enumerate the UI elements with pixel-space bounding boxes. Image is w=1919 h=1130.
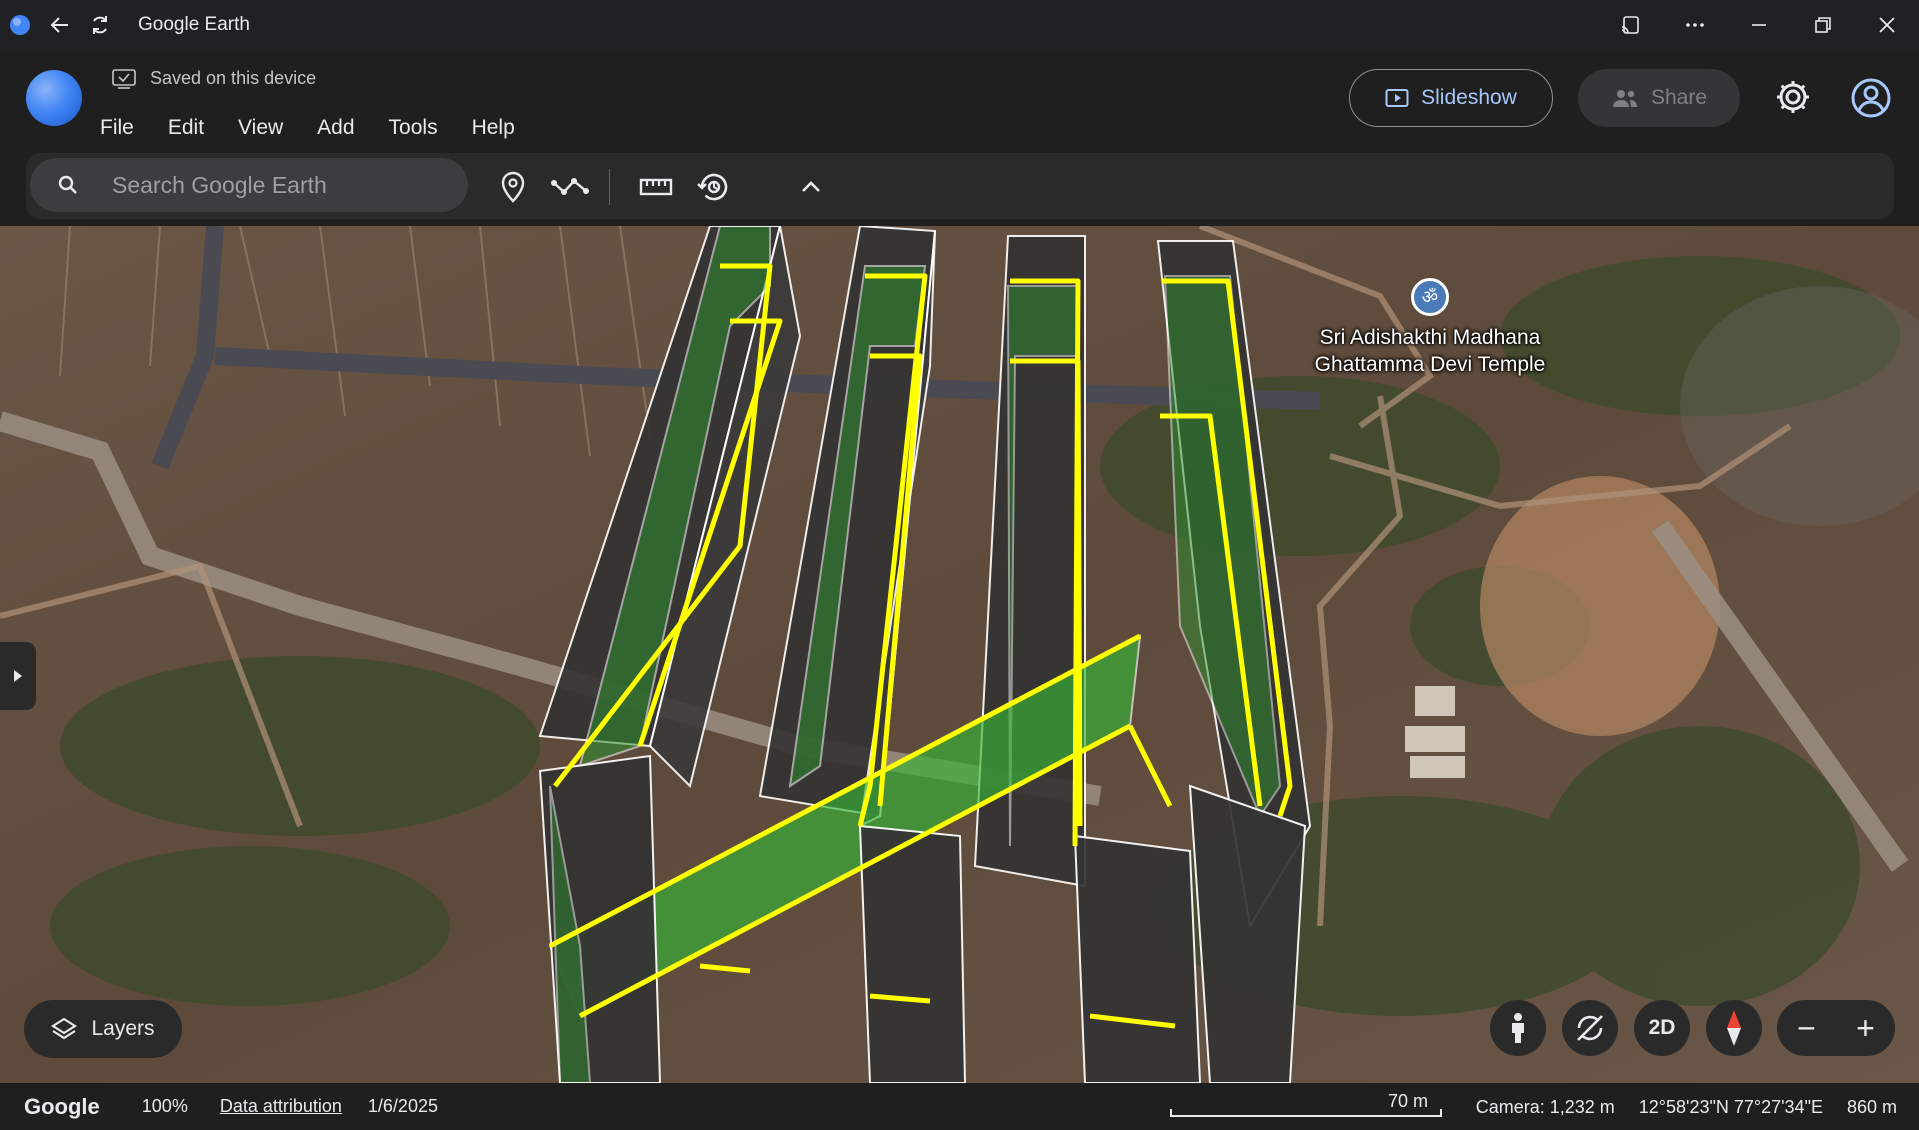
- satellite-imagery: [0, 226, 1919, 1083]
- search-box[interactable]: [30, 158, 468, 212]
- imagery-date: 1/6/2025: [367, 1096, 438, 1116]
- google-earth-logo[interactable]: [26, 70, 82, 126]
- status-bar: Google 100% Data attribution 1/6/2025 70…: [0, 1083, 1919, 1130]
- poi-label-line1: Sri Adishakthi Madhana: [1319, 326, 1541, 349]
- saved-check-icon: [112, 68, 136, 89]
- menu-bar: File Edit View Add Tools Help: [100, 116, 549, 140]
- map-viewport[interactable]: ॐ Sri Adishakthi Madhana Ghattamma Devi …: [0, 226, 1919, 1083]
- share-button[interactable]: Share: [1578, 69, 1740, 127]
- chevron-up-icon[interactable]: [794, 171, 828, 203]
- poi-label-line2: Ghattamma Devi Temple: [1314, 353, 1546, 376]
- layers-button[interactable]: Layers: [24, 1000, 182, 1058]
- zoom-in-button[interactable]: +: [1844, 1010, 1888, 1047]
- saved-status: Saved on this device: [112, 68, 316, 89]
- om-icon: ॐ: [1411, 278, 1449, 316]
- settings-gear-icon[interactable]: [1773, 77, 1813, 122]
- coordinates: 12°58'23"N 77°27'34"E: [1638, 1097, 1823, 1117]
- zoom-out-button[interactable]: −: [1785, 1010, 1829, 1047]
- people-icon: [1612, 90, 1637, 107]
- tool-bar: [26, 153, 1894, 219]
- expand-panel-button[interactable]: [0, 642, 36, 710]
- back-arrow-icon[interactable]: [40, 0, 80, 50]
- menu-file[interactable]: File: [100, 116, 134, 140]
- menu-add[interactable]: Add: [317, 116, 354, 140]
- menu-edit[interactable]: Edit: [168, 116, 204, 140]
- status-readouts: Camera: 1,232 m 12°58'23"N 77°27'34"E 86…: [1452, 1097, 1897, 1118]
- cast-icon[interactable]: [1599, 0, 1663, 50]
- toolbar-divider: [609, 169, 610, 205]
- view-mode-label: 2D: [1648, 1016, 1676, 1039]
- temple-poi[interactable]: ॐ Sri Adishakthi Madhana Ghattamma Devi …: [1300, 278, 1560, 378]
- scale-bar[interactable]: 70 m: [1170, 1087, 1442, 1123]
- refresh-icon[interactable]: [80, 0, 120, 50]
- restore-icon[interactable]: [1791, 0, 1855, 50]
- account-icon[interactable]: [1850, 77, 1892, 124]
- close-icon[interactable]: [1855, 0, 1919, 50]
- search-icon: [58, 175, 77, 194]
- google-logo: Google: [24, 1093, 100, 1119]
- zoom-level: 100%: [141, 1096, 188, 1116]
- app-globe-icon: [0, 0, 40, 50]
- toggle-2d-button[interactable]: 2D: [1634, 1000, 1690, 1056]
- minimize-icon[interactable]: [1727, 0, 1791, 50]
- app-header: Saved on this device File Edit View Add …: [0, 50, 1919, 226]
- poi-label: Sri Adishakthi Madhana Ghattamma Devi Te…: [1300, 324, 1560, 378]
- search-input[interactable]: [110, 170, 434, 200]
- saved-status-text: Saved on this device: [150, 68, 317, 88]
- share-label: Share: [1650, 86, 1708, 109]
- elevation: 860 m: [1846, 1097, 1897, 1117]
- layers-icon: [51, 1017, 78, 1040]
- zoom-controls: − +: [1777, 1000, 1895, 1056]
- menu-tools[interactable]: Tools: [389, 116, 438, 140]
- street-view-pegman-icon[interactable]: [1490, 1000, 1546, 1056]
- historical-imagery-icon[interactable]: [696, 171, 730, 203]
- layers-label: Layers: [91, 1017, 155, 1040]
- scale-line: [1170, 1109, 1442, 1117]
- draw-path-icon[interactable]: [548, 171, 592, 203]
- menu-help[interactable]: Help: [472, 116, 515, 140]
- window-title: Google Earth: [138, 14, 250, 35]
- chevron-right-icon: [14, 670, 22, 682]
- data-attribution-link[interactable]: Data attribution: [220, 1096, 342, 1117]
- camera-altitude: Camera: 1,232 m: [1475, 1097, 1615, 1117]
- more-options-icon[interactable]: [1663, 0, 1727, 50]
- slideshow-icon: [1385, 89, 1409, 107]
- reset-tilt-icon[interactable]: [1562, 1000, 1618, 1056]
- compass-icon[interactable]: [1706, 1000, 1762, 1056]
- add-placemark-icon[interactable]: [496, 171, 530, 203]
- ruler-icon[interactable]: [636, 171, 676, 203]
- slideshow-label: Slideshow: [1421, 86, 1517, 109]
- title-bar: Google Earth: [0, 0, 1919, 50]
- slideshow-button[interactable]: Slideshow: [1349, 69, 1553, 127]
- menu-view[interactable]: View: [238, 116, 283, 140]
